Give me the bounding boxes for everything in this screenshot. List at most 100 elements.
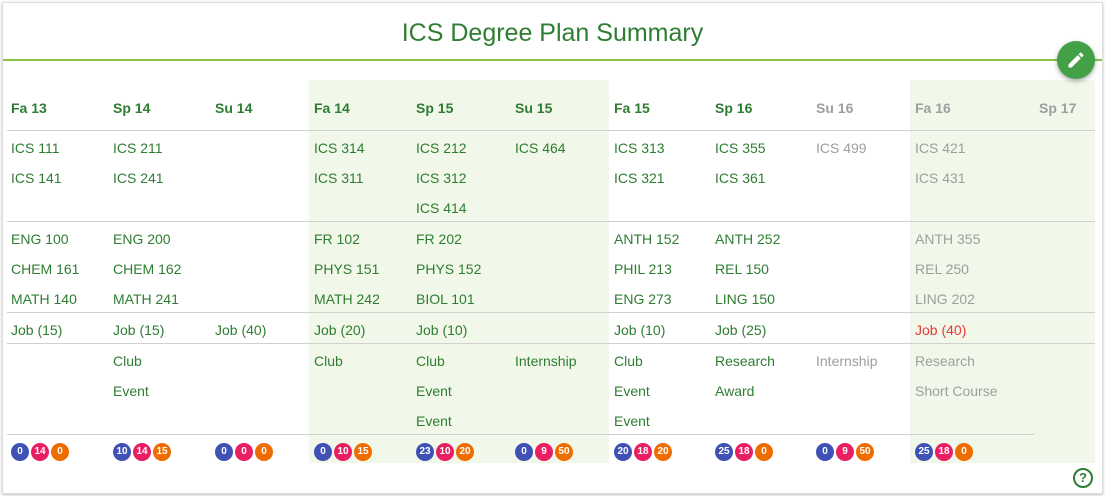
- help-icon[interactable]: ?: [1073, 468, 1093, 488]
- ics-course[interactable]: ICS 111: [11, 140, 60, 156]
- ics-course[interactable]: ICS 431: [915, 170, 966, 186]
- ics-course[interactable]: ICS 211: [113, 140, 163, 156]
- activity-item[interactable]: Event: [416, 413, 452, 429]
- job-hours[interactable]: Job (20): [314, 322, 365, 338]
- elective-course[interactable]: ANTH 152: [614, 231, 679, 247]
- elective-course[interactable]: CHEM 161: [11, 261, 79, 277]
- ics-course[interactable]: ICS 141: [11, 170, 62, 186]
- activity-item[interactable]: Event: [113, 383, 149, 399]
- activity-item[interactable]: Event: [614, 413, 650, 429]
- semester-header: Su 16: [816, 100, 854, 116]
- job-hours[interactable]: Job (40): [915, 322, 966, 338]
- elective-course[interactable]: BIOL 101: [416, 291, 475, 307]
- elective-course[interactable]: LING 202: [915, 291, 975, 307]
- ics-course[interactable]: ICS 314: [314, 140, 365, 156]
- innovation-badge: 0: [215, 443, 233, 461]
- level-badges: 0 10 15: [314, 443, 372, 461]
- activity-item[interactable]: Research: [715, 353, 775, 369]
- elective-course[interactable]: ENG 200: [113, 231, 171, 247]
- activity-item[interactable]: Research: [915, 353, 975, 369]
- level-badges: 0 14 0: [11, 443, 69, 461]
- elective-course[interactable]: ANTH 355: [915, 231, 980, 247]
- semester-header: Fa 14: [314, 100, 350, 116]
- experience-badge: 0: [755, 443, 773, 461]
- activity-item[interactable]: Event: [614, 383, 650, 399]
- experience-badge: 0: [51, 443, 69, 461]
- job-hours[interactable]: Job (10): [614, 322, 665, 338]
- semester-header: Fa 16: [915, 100, 951, 116]
- innovation-badge: 0: [515, 443, 533, 461]
- innovation-badge: 25: [715, 443, 733, 461]
- competency-badge: 10: [436, 443, 454, 461]
- innovation-badge: 20: [614, 443, 632, 461]
- ics-course[interactable]: ICS 414: [416, 200, 467, 216]
- activity-item[interactable]: Club: [314, 353, 343, 369]
- competency-badge: 10: [334, 443, 352, 461]
- ics-course[interactable]: ICS 464: [515, 140, 566, 156]
- activity-item[interactable]: Award: [715, 383, 754, 399]
- job-hours[interactable]: Job (15): [11, 322, 62, 338]
- ics-course[interactable]: ICS 321: [614, 170, 665, 186]
- elective-course[interactable]: MATH 140: [11, 291, 77, 307]
- ics-course[interactable]: ICS 311: [314, 170, 364, 186]
- level-badges: 25 18 0: [715, 443, 773, 461]
- elective-course[interactable]: MATH 242: [314, 291, 380, 307]
- experience-badge: 20: [456, 443, 474, 461]
- level-badges: 20 18 20: [614, 443, 672, 461]
- elective-course[interactable]: LING 150: [715, 291, 775, 307]
- ics-course[interactable]: ICS 421: [915, 140, 966, 156]
- activity-item[interactable]: Event: [416, 383, 452, 399]
- activity-item[interactable]: Club: [416, 353, 445, 369]
- competency-badge: 18: [935, 443, 953, 461]
- job-hours[interactable]: Job (10): [416, 322, 467, 338]
- elective-course[interactable]: FR 102: [314, 231, 360, 247]
- experience-badge: 0: [255, 443, 273, 461]
- degree-plan-card: ICS Degree Plan Summary Fa 13 ICS 111 ICS …: [2, 2, 1103, 494]
- courses-divider: [7, 312, 1095, 313]
- ics-course[interactable]: ICS 313: [614, 140, 665, 156]
- activity-item[interactable]: Club: [113, 353, 142, 369]
- activity-item[interactable]: Club: [614, 353, 643, 369]
- activity-item[interactable]: Short Course: [915, 383, 997, 399]
- ics-course[interactable]: ICS 499: [816, 140, 867, 156]
- elective-course[interactable]: ANTH 252: [715, 231, 780, 247]
- ics-course[interactable]: ICS 355: [715, 140, 766, 156]
- elective-course[interactable]: PHYS 151: [314, 261, 379, 277]
- title-divider: [3, 59, 1102, 61]
- elective-course[interactable]: PHYS 152: [416, 261, 481, 277]
- semester-header: Su 14: [215, 100, 253, 116]
- innovation-badge: 0: [314, 443, 332, 461]
- experience-badge: 50: [555, 443, 573, 461]
- activity-item[interactable]: Internship: [515, 353, 576, 369]
- ics-course[interactable]: ICS 361: [715, 170, 766, 186]
- activity-item[interactable]: Internship: [816, 353, 877, 369]
- elective-course[interactable]: REL 250: [915, 261, 969, 277]
- competency-badge: 9: [836, 443, 854, 461]
- elective-course[interactable]: PHIL 213: [614, 261, 672, 277]
- elective-course[interactable]: REL 150: [715, 261, 769, 277]
- job-hours[interactable]: Job (40): [215, 322, 266, 338]
- ics-course[interactable]: ICS 312: [416, 170, 467, 186]
- ics-course[interactable]: ICS 212: [416, 140, 467, 156]
- competency-badge: 18: [634, 443, 652, 461]
- job-hours[interactable]: Job (25): [715, 322, 766, 338]
- elective-course[interactable]: CHEM 162: [113, 261, 181, 277]
- semester-header: Sp 16: [715, 100, 753, 116]
- edit-button[interactable]: [1057, 41, 1095, 79]
- elective-course[interactable]: ENG 273: [614, 291, 672, 307]
- innovation-badge: 10: [113, 443, 131, 461]
- semester-header: Su 15: [515, 100, 553, 116]
- competency-badge: 0: [235, 443, 253, 461]
- elective-course[interactable]: FR 202: [416, 231, 462, 247]
- ics-course[interactable]: ICS 241: [113, 170, 164, 186]
- level-badges: 0 9 50: [515, 443, 573, 461]
- pencil-icon: [1068, 52, 1084, 68]
- experience-badge: 50: [856, 443, 874, 461]
- elective-course[interactable]: MATH 241: [113, 291, 179, 307]
- activities-divider: [7, 434, 1034, 435]
- experience-badge: 20: [654, 443, 672, 461]
- job-hours[interactable]: Job (15): [113, 322, 164, 338]
- level-badges: 000: [215, 443, 273, 461]
- elective-course[interactable]: ENG 100: [11, 231, 69, 247]
- competency-badge: 9: [535, 443, 553, 461]
